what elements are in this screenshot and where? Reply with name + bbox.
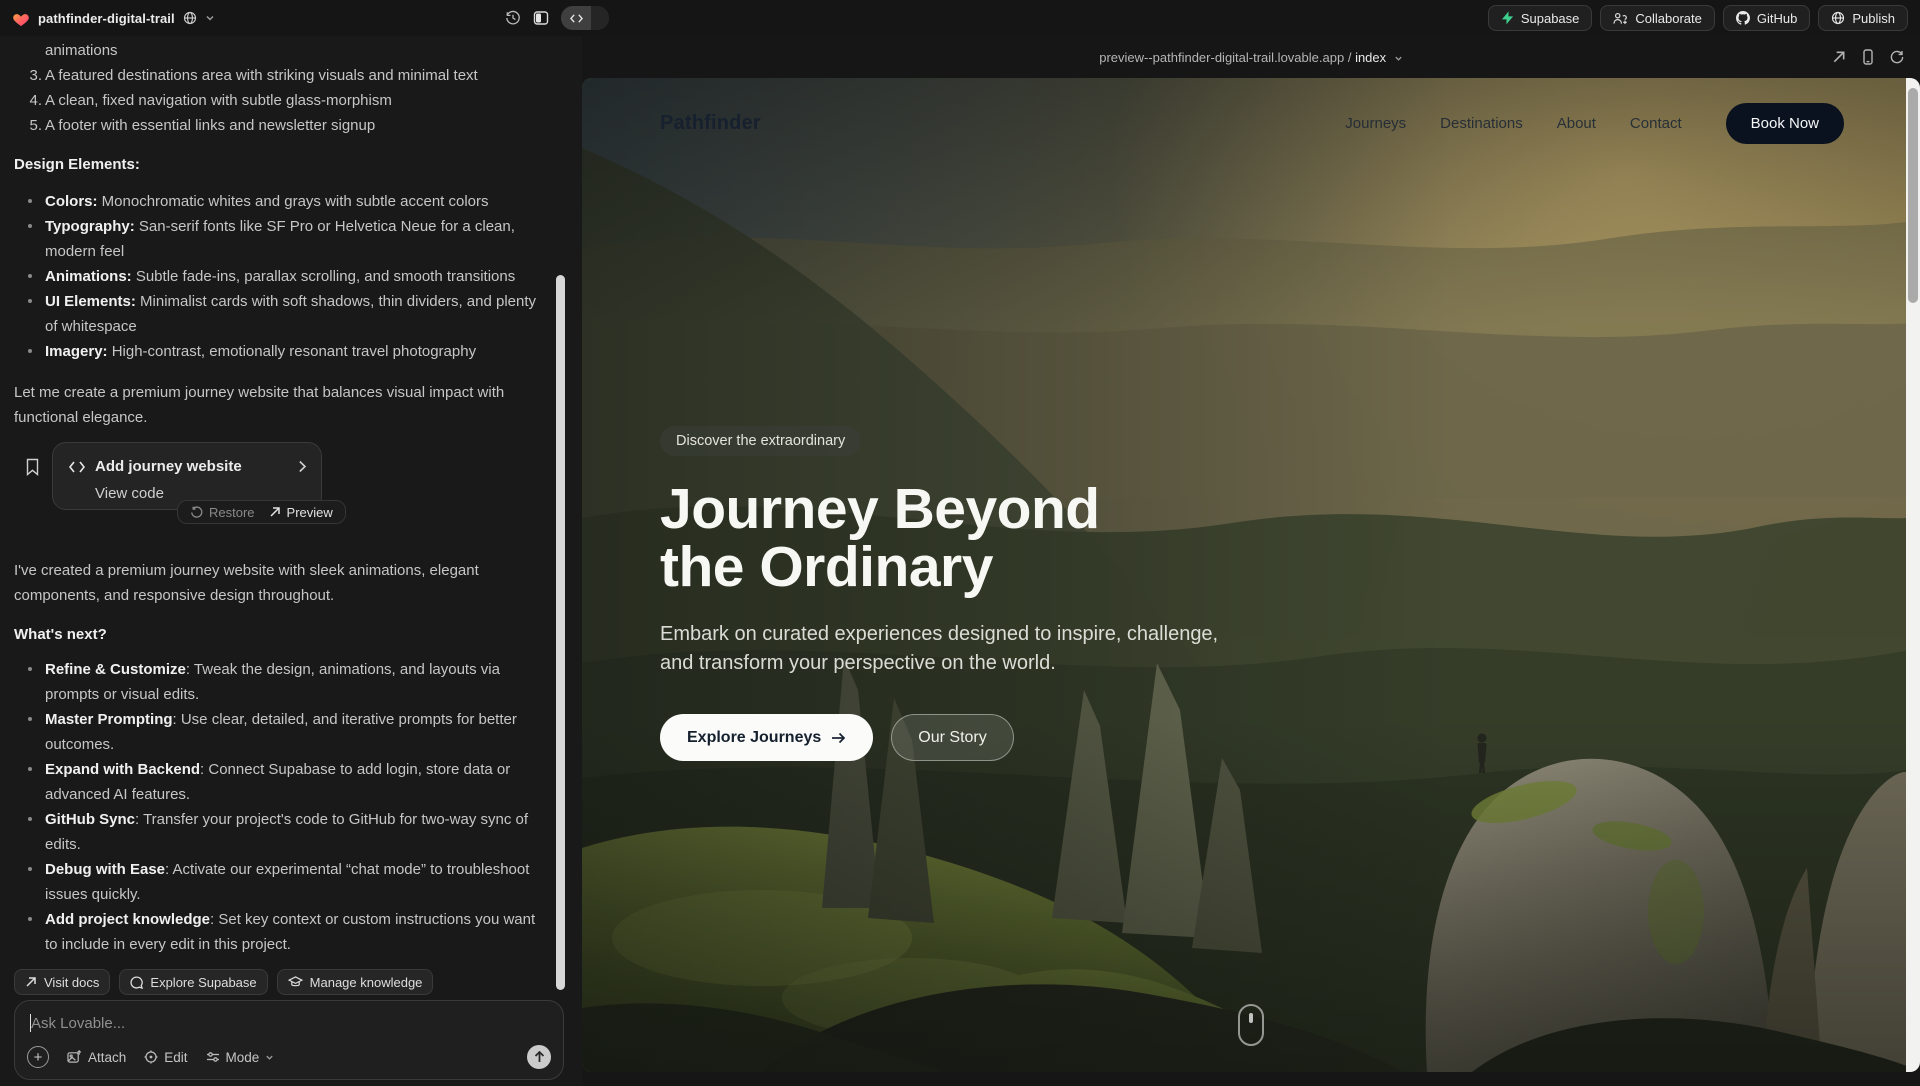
arrow-up-right-icon bbox=[269, 506, 281, 518]
explore-supabase-button[interactable]: Explore Supabase bbox=[119, 969, 267, 995]
nav-link-contact[interactable]: Contact bbox=[1630, 115, 1682, 132]
our-story-button[interactable]: Our Story bbox=[891, 714, 1013, 761]
hero-subtitle: Embark on curated experiences designed t… bbox=[660, 620, 1245, 678]
attach-button[interactable]: Attach bbox=[67, 1050, 126, 1065]
github-button[interactable]: GitHub bbox=[1723, 5, 1810, 31]
chevron-right-icon bbox=[298, 460, 307, 473]
list-item: Master Prompting: Use clear, detailed, a… bbox=[14, 707, 544, 757]
nav-link-destinations[interactable]: Destinations bbox=[1440, 115, 1523, 132]
code-view-toggle[interactable] bbox=[561, 6, 609, 30]
chevron-down-icon bbox=[265, 1053, 274, 1062]
chat-pane: animations 3.A featured destinations are… bbox=[0, 36, 582, 1086]
app-topbar: pathfinder-digital-trail bbox=[0, 0, 1920, 36]
supabase-button[interactable]: Supabase bbox=[1488, 5, 1593, 31]
whats-next-heading: What's next? bbox=[14, 622, 544, 647]
chat-input[interactable] bbox=[31, 1011, 547, 1035]
sliders-icon bbox=[206, 1051, 220, 1063]
preview-pane: preview--pathfinder-digital-trail.lovabl… bbox=[582, 36, 1920, 1086]
feature-numbered-list: 3.A featured destinations area with stri… bbox=[14, 63, 544, 138]
arrow-up-right-icon bbox=[25, 976, 37, 988]
site-viewport: Pathfinder Journeys Destinations About C… bbox=[582, 78, 1920, 1072]
arrow-right-icon bbox=[831, 732, 846, 744]
chat-input-box[interactable]: + Attach Edit Mode bbox=[14, 1000, 564, 1080]
list-item: Debug with Ease: Activate our experiment… bbox=[14, 857, 544, 907]
explore-journeys-button[interactable]: Explore Journeys bbox=[660, 714, 873, 761]
manage-knowledge-button[interactable]: Manage knowledge bbox=[277, 969, 434, 995]
target-icon bbox=[144, 1050, 158, 1064]
publish-globe-icon bbox=[1831, 11, 1845, 25]
design-bullet-list: Colors: Monochromatic whites and grays w… bbox=[14, 189, 544, 364]
nav-link-about[interactable]: About bbox=[1557, 115, 1596, 132]
toggle-sidebar-icon[interactable] bbox=[533, 10, 549, 26]
list-item: Expand with Backend: Connect Supabase to… bbox=[14, 757, 544, 807]
arrow-up-icon bbox=[534, 1051, 545, 1063]
chat-input-toolbar: + Attach Edit Mode bbox=[27, 1045, 551, 1069]
history-icon[interactable] bbox=[505, 10, 521, 26]
hero-section: Discover the extraordinary Journey Beyon… bbox=[660, 426, 1245, 761]
visit-docs-button[interactable]: Visit docs bbox=[14, 969, 110, 995]
attach-image-icon bbox=[67, 1050, 82, 1064]
scroll-indicator bbox=[1238, 1004, 1264, 1046]
mobile-view-icon[interactable] bbox=[1862, 49, 1874, 65]
list-item: 4.A clean, fixed navigation with subtle … bbox=[14, 88, 544, 113]
collaborate-button[interactable]: Collaborate bbox=[1600, 5, 1715, 31]
edit-button[interactable]: Edit bbox=[144, 1050, 187, 1065]
site-logo[interactable]: Pathfinder bbox=[660, 112, 761, 135]
globe-status-icon bbox=[183, 11, 197, 25]
chat-scrollbar[interactable] bbox=[556, 275, 565, 990]
lovable-heart-logo[interactable] bbox=[12, 10, 30, 27]
chat-bubble-icon bbox=[130, 976, 143, 989]
mode-selector[interactable]: Mode bbox=[206, 1050, 275, 1065]
add-button[interactable]: + bbox=[27, 1046, 49, 1068]
restore-icon bbox=[190, 506, 203, 519]
assistant-paragraph: I've created a premium journey website w… bbox=[14, 558, 544, 608]
preview-url[interactable]: preview--pathfinder-digital-trail.lovabl… bbox=[582, 50, 1920, 65]
list-item: Animations: Subtle fade-ins, parallax sc… bbox=[14, 264, 544, 289]
chevron-down-icon bbox=[1394, 54, 1403, 63]
list-item: UI Elements: Minimalist cards with soft … bbox=[14, 289, 544, 339]
site-scrollbar[interactable] bbox=[1906, 78, 1920, 1072]
list-item: 5.A footer with essential links and news… bbox=[14, 113, 544, 138]
nav-link-journeys[interactable]: Journeys bbox=[1345, 115, 1406, 132]
toggle-knob bbox=[591, 6, 609, 30]
assistant-paragraph: Let me create a premium journey website … bbox=[14, 380, 544, 430]
list-item: Typography: San-serif fonts like SF Pro … bbox=[14, 214, 544, 264]
generation-card-row: Add journey website View code Restore bbox=[14, 442, 544, 522]
list-item: GitHub Sync: Transfer your project's cod… bbox=[14, 807, 544, 857]
preview-urlbar: preview--pathfinder-digital-trail.lovabl… bbox=[582, 36, 1920, 78]
preview-button[interactable]: Preview bbox=[269, 500, 333, 525]
hero-badge: Discover the extraordinary bbox=[660, 426, 861, 456]
project-menu-chevron-icon[interactable] bbox=[205, 13, 215, 23]
github-icon bbox=[1736, 11, 1750, 25]
scroll-wheel bbox=[1249, 1013, 1253, 1023]
next-steps-list: Refine & Customize: Tweak the design, an… bbox=[14, 657, 544, 957]
wrapped-list-line: animations bbox=[14, 38, 544, 63]
restore-preview-pill: Restore Preview bbox=[177, 500, 346, 524]
restore-button[interactable]: Restore bbox=[190, 500, 255, 525]
list-item: Refine & Customize: Tweak the design, an… bbox=[14, 657, 544, 707]
list-item: Add project knowledge: Set key context o… bbox=[14, 907, 544, 957]
project-name[interactable]: pathfinder-digital-trail bbox=[38, 11, 175, 26]
code-icon bbox=[69, 461, 85, 473]
card-title: Add journey website bbox=[95, 454, 288, 479]
graduation-cap-icon bbox=[288, 976, 303, 988]
book-now-button[interactable]: Book Now bbox=[1726, 103, 1844, 144]
refresh-icon[interactable] bbox=[1890, 50, 1904, 64]
design-elements-heading: Design Elements: bbox=[14, 152, 544, 177]
send-button[interactable] bbox=[527, 1045, 551, 1069]
list-item: Colors: Monochromatic whites and grays w… bbox=[14, 189, 544, 214]
list-item: Imagery: High-contrast, emotionally reso… bbox=[14, 339, 544, 364]
open-external-icon[interactable] bbox=[1832, 50, 1846, 64]
collaborate-icon bbox=[1613, 12, 1628, 25]
site-scrollbar-thumb[interactable] bbox=[1908, 88, 1918, 303]
quick-actions-row: Visit docs Explore Supabase Manage knowl… bbox=[14, 969, 544, 995]
publish-button[interactable]: Publish bbox=[1818, 5, 1908, 31]
bookmark-icon[interactable] bbox=[25, 458, 40, 476]
hero-title: Journey Beyond the Ordinary bbox=[660, 480, 1245, 596]
chat-transcript: animations 3.A featured destinations are… bbox=[0, 36, 582, 1086]
code-icon bbox=[561, 6, 591, 30]
supabase-icon bbox=[1501, 11, 1514, 25]
site-navbar: Pathfinder Journeys Destinations About C… bbox=[582, 78, 1906, 168]
list-item: 3.A featured destinations area with stri… bbox=[14, 63, 544, 88]
